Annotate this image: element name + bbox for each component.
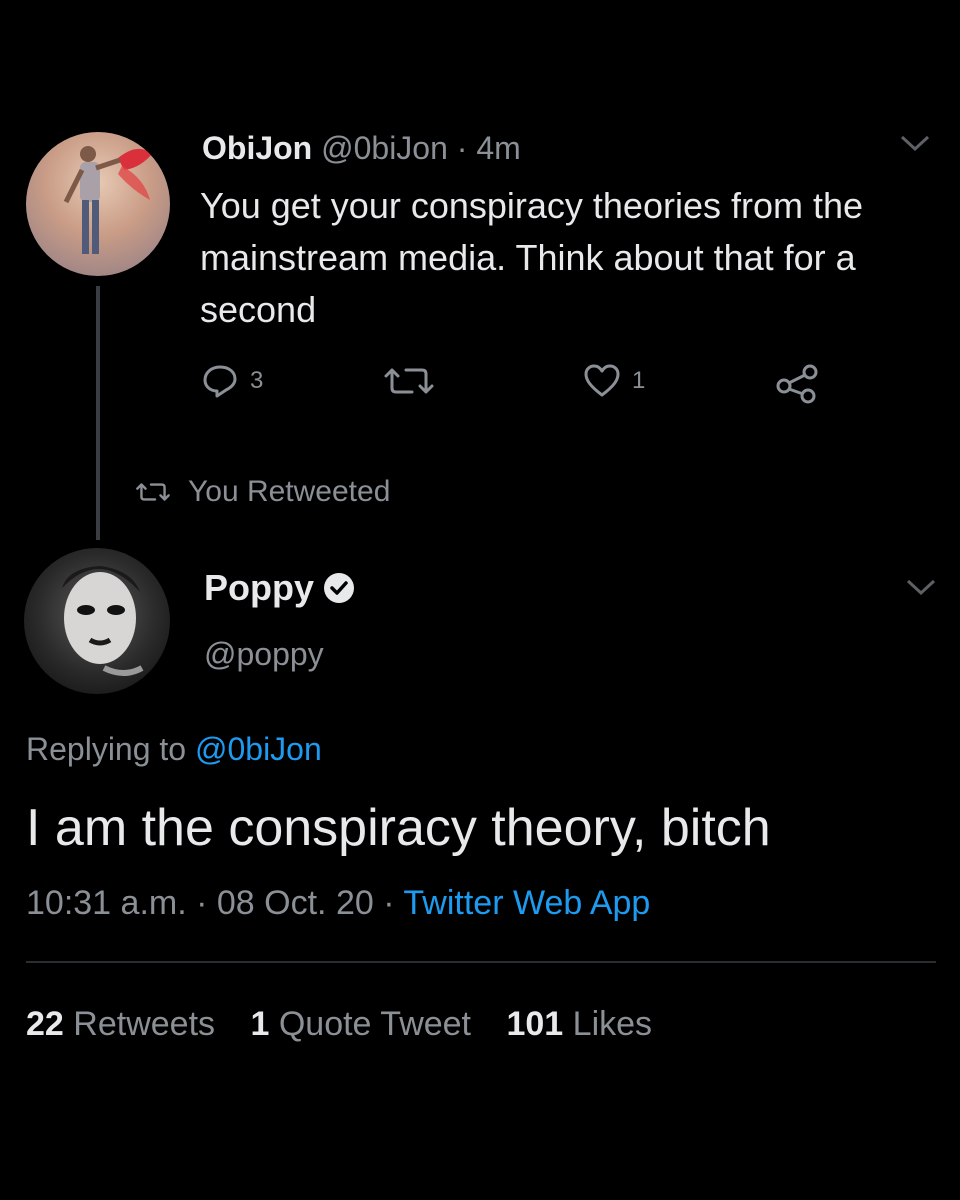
chevron-down-icon bbox=[906, 579, 936, 596]
tweet-stats: 22 Retweets 1 Quote Tweet 101 Likes bbox=[26, 1002, 678, 1046]
retweets-label: Retweets bbox=[73, 1005, 216, 1043]
parent-timestamp[interactable]: 4m bbox=[476, 130, 520, 166]
main-chevron-down-icon[interactable] bbox=[904, 576, 938, 603]
meta-separator-1: · bbox=[196, 884, 208, 922]
tweet-time[interactable]: 10:31 a.m. bbox=[26, 884, 187, 922]
likes-stat[interactable]: 101 Likes bbox=[506, 1005, 652, 1043]
retweet-banner-label: You Retweeted bbox=[188, 475, 391, 508]
reply-button[interactable]: 3 bbox=[202, 364, 263, 398]
retweet-button[interactable] bbox=[384, 364, 434, 398]
like-count: 1 bbox=[632, 367, 646, 394]
quotes-stat[interactable]: 1 Quote Tweet bbox=[250, 1005, 471, 1043]
you-retweeted-banner: You Retweeted bbox=[136, 474, 390, 510]
quotes-label: Quote Tweet bbox=[278, 1005, 472, 1043]
reply-count: 3 bbox=[250, 367, 264, 394]
replying-to-link[interactable]: @0biJon bbox=[195, 731, 322, 767]
chevron-down-icon bbox=[900, 135, 930, 152]
parent-handle[interactable]: @0biJon bbox=[321, 130, 448, 166]
retweets-count: 22 bbox=[26, 1005, 64, 1043]
share-button[interactable] bbox=[776, 364, 820, 404]
poppy-avatar[interactable] bbox=[24, 548, 170, 694]
parent-tweet-text: You get your conspiracy theories from th… bbox=[200, 185, 864, 330]
tweet-date[interactable]: 08 Oct. 20 bbox=[217, 884, 374, 922]
tweet-meta: 10:31 a.m. · 08 Oct. 20 · Twitter Web Ap… bbox=[26, 880, 650, 926]
obijon-avatar-figure bbox=[63, 146, 152, 254]
like-icon bbox=[584, 364, 620, 397]
like-button[interactable]: 1 bbox=[584, 364, 645, 398]
parent-chevron-down-icon[interactable] bbox=[898, 132, 932, 159]
retweet-small-icon bbox=[136, 483, 170, 501]
main-handle[interactable]: @poppy bbox=[204, 634, 324, 674]
obijon-avatar[interactable] bbox=[26, 132, 170, 276]
parent-display-name[interactable]: ObiJon bbox=[202, 130, 312, 166]
retweet-icon bbox=[384, 368, 434, 394]
stats-divider bbox=[26, 961, 936, 963]
tweet-source-link[interactable]: Twitter Web App bbox=[403, 884, 650, 922]
replying-prefix: Replying to bbox=[26, 731, 187, 767]
likes-label: Likes bbox=[572, 1005, 653, 1043]
poppy-avatar-portrait bbox=[62, 566, 144, 676]
quotes-count: 1 bbox=[250, 1005, 270, 1043]
retweets-stat[interactable]: 22 Retweets bbox=[26, 1005, 215, 1043]
likes-count: 101 bbox=[506, 1005, 564, 1043]
parent-tweet-header: ObiJon @0biJon · 4m bbox=[202, 128, 521, 168]
verified-badge-icon bbox=[324, 573, 355, 603]
thread-connector-line bbox=[96, 286, 100, 540]
replying-to-line: Replying to @0biJon bbox=[26, 728, 322, 770]
main-tweet-text: I am the conspiracy theory, bitch bbox=[26, 799, 771, 857]
main-display-name[interactable]: Poppy bbox=[204, 566, 314, 610]
main-tweet-name-row: Poppy bbox=[204, 566, 356, 610]
parent-separator: · bbox=[456, 130, 468, 166]
share-icon bbox=[776, 364, 818, 404]
meta-separator-2: · bbox=[383, 884, 395, 922]
reply-icon bbox=[203, 365, 237, 398]
